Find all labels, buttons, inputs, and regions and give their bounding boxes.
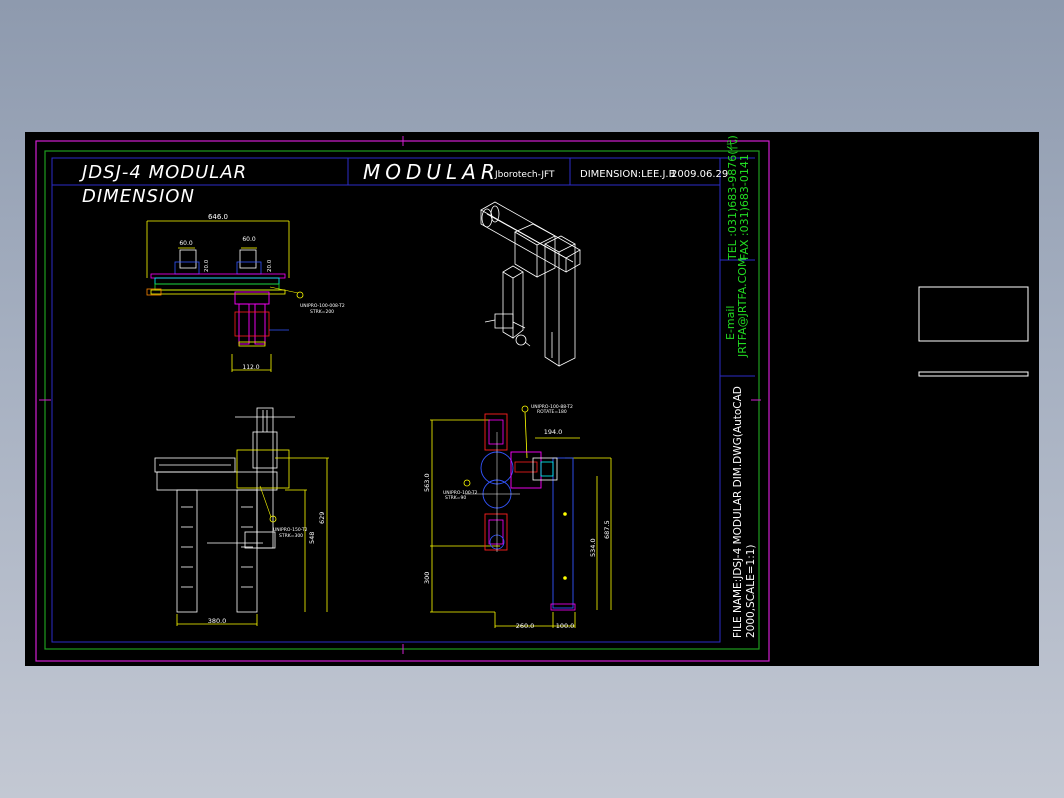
- callout-br-d: STRK=90: [445, 495, 466, 501]
- viewport-strip: [918, 371, 1029, 377]
- bottom-right-view: 563.0 300 194.0 534.0 687.5 260.0 100.0 …: [423, 404, 612, 630]
- dim-br-top: 194.0: [544, 428, 563, 436]
- title-modular: MODULAR: [363, 160, 500, 184]
- outer-frame: [35, 140, 770, 662]
- callout-top-a: UNIPRO-100-008-T2: [300, 303, 345, 309]
- bottom-left-view: 380.0 548 629 UNIPRO-150-T2 STRK=300: [154, 407, 329, 626]
- dim-top-small-2: 20.0: [267, 259, 273, 272]
- callout-bl-b: STRK=300: [279, 533, 303, 539]
- isometric-view: [480, 201, 581, 367]
- fax-text: FAX :031)683-0141: [738, 154, 751, 260]
- dim-br-r1: 534.0: [589, 538, 597, 557]
- dim-top-bottom: 112.0: [242, 364, 259, 371]
- dim-top-small-1: 20.0: [204, 259, 210, 272]
- drawing-border: [51, 157, 721, 643]
- dimension-author: DIMENSION:LEE.J.B: [580, 169, 676, 180]
- company-name: Jborotech-JFT: [494, 170, 555, 180]
- dim-bl-h2: 629: [318, 512, 326, 524]
- top-left-view: 646.0 60.0 60.0 20.0 20.0 112.0 UNIPRO-1…: [146, 213, 345, 372]
- cad-drawing: JDSJ-4 MODULAR DIMENSION MODULAR Jborote…: [35, 135, 1029, 662]
- callout-br-b: ROTATE=180: [537, 409, 567, 415]
- cad-drawing-canvas[interactable]: JDSJ-4 MODULAR DIMENSION MODULAR Jborote…: [25, 132, 1039, 666]
- dim-bl-h1: 548: [308, 532, 316, 544]
- dim-br-v1: 563.0: [423, 473, 431, 492]
- title-line-1: JDSJ-4 MODULAR: [79, 162, 247, 183]
- frame-center-marks: [39, 136, 761, 654]
- dim-top-width: 646.0: [208, 213, 228, 221]
- dim-br-b2: 100.0: [556, 622, 575, 630]
- callout-top-b: STRK=200: [310, 309, 334, 315]
- file-name-text: FILE NAME:JDSJ-4 MODULAR DIM.DWG(AutoCAD: [732, 386, 744, 638]
- title-line-2: DIMENSION: [82, 186, 195, 207]
- drawing-date: 2009.06.29: [671, 169, 728, 180]
- dim-bl-width: 380.0: [208, 617, 227, 625]
- email-text: JRTFA@JRTFA.COM: [736, 258, 749, 358]
- file-version-text: 2000,SCALE=1:1): [745, 544, 757, 638]
- dim-top-h2: 60.0: [242, 236, 256, 243]
- viewport-box: [918, 286, 1029, 342]
- callout-bl-a: UNIPRO-150-T2: [273, 527, 308, 533]
- dim-br-v2: 300: [423, 572, 431, 584]
- dim-br-b1: 260.0: [516, 622, 535, 630]
- dim-br-r2: 687.5: [603, 520, 611, 539]
- dim-top-h1: 60.0: [179, 240, 193, 247]
- inner-frame: [44, 150, 760, 650]
